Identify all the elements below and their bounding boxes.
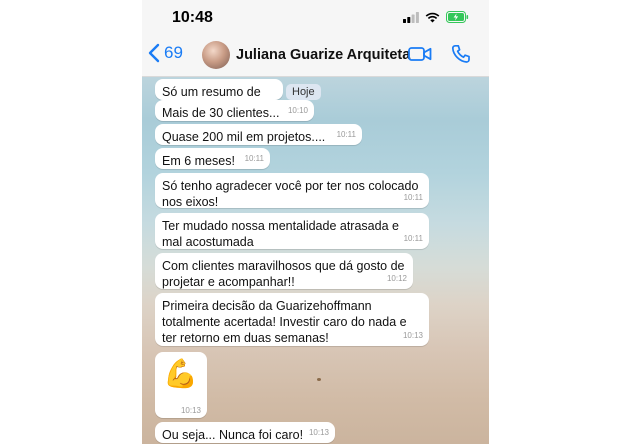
flexed-biceps-emoji: 💪 (163, 358, 198, 389)
message-bubble[interactable]: Só tenho agradecer você por ter nos colo… (155, 173, 429, 209)
phone-screen: 10:48 69 Juliana Guarize Arquiteta Só um… (142, 0, 489, 444)
avatar[interactable] (202, 41, 230, 69)
message-text: Ou seja... Nunca foi caro! (162, 428, 304, 442)
chat-header: 69 Juliana Guarize Arquiteta (142, 36, 489, 77)
message-text: Quase 200 mil em projetos.... (162, 130, 326, 144)
message-time: 10:10 (287, 106, 308, 115)
message-time: 10:11 (403, 234, 423, 243)
message-bubble[interactable]: Com clientes maravilhosos que dá gosto d… (155, 253, 413, 289)
message-time: 10:11 (336, 130, 356, 139)
message-bubble[interactable]: Só um resumo de 2020 (155, 79, 283, 115)
message-time: 10:13 (402, 331, 423, 340)
message-time: 10:13 (308, 428, 329, 437)
message-text: Primeira decisão da Guarizehoffmann tota… (162, 299, 407, 345)
message-text: Ter mudado nossa mentalidade atrasada e … (162, 219, 399, 249)
message-bubble[interactable]: Mais de 30 clientes... 10:10 (155, 100, 314, 121)
wifi-icon (425, 12, 440, 22)
message-time: 10:11 (403, 193, 423, 202)
back-chevron-icon (148, 43, 160, 63)
message-text: Só tenho agradecer você por ter nos colo… (162, 179, 419, 209)
date-chip: Hoje (286, 84, 321, 100)
sticker-bubble[interactable]: 💪 10:13 (155, 352, 207, 418)
status-bar: 10:48 (142, 0, 489, 36)
contact-name[interactable]: Juliana Guarize Arquiteta (236, 47, 410, 63)
message-bubble[interactable]: Em 6 meses! 10:11 (155, 148, 270, 169)
message-text: Com clientes maravilhosos que dá gosto d… (162, 259, 405, 289)
chat-area[interactable]: Só um resumo de 2020 Hoje Mais de 30 cli… (142, 77, 489, 444)
battery-charging-icon (446, 11, 469, 23)
message-time: 10:12 (386, 274, 407, 283)
unread-count: 69 (164, 43, 183, 62)
message-bubble[interactable]: Quase 200 mil em projetos.... 10:11 (155, 124, 362, 145)
status-icons (403, 11, 469, 23)
video-call-icon[interactable] (408, 45, 432, 63)
signal-icon (403, 11, 419, 23)
message-text: Em 6 meses! (162, 154, 235, 168)
message-bubble[interactable]: Ter mudado nossa mentalidade atrasada e … (155, 213, 429, 249)
message-text: Mais de 30 clientes... (162, 106, 280, 120)
status-time: 10:48 (172, 9, 213, 26)
phone-call-icon[interactable] (451, 44, 471, 64)
message-bubble[interactable]: Primeira decisão da Guarizehoffmann tota… (155, 293, 429, 346)
message-time: 10:11 (244, 154, 264, 163)
background-speck (317, 378, 321, 381)
message-bubble[interactable]: Ou seja... Nunca foi caro! 10:13 (155, 422, 335, 443)
back-button[interactable]: 69 (148, 43, 183, 63)
message-time: 10:13 (180, 406, 201, 415)
